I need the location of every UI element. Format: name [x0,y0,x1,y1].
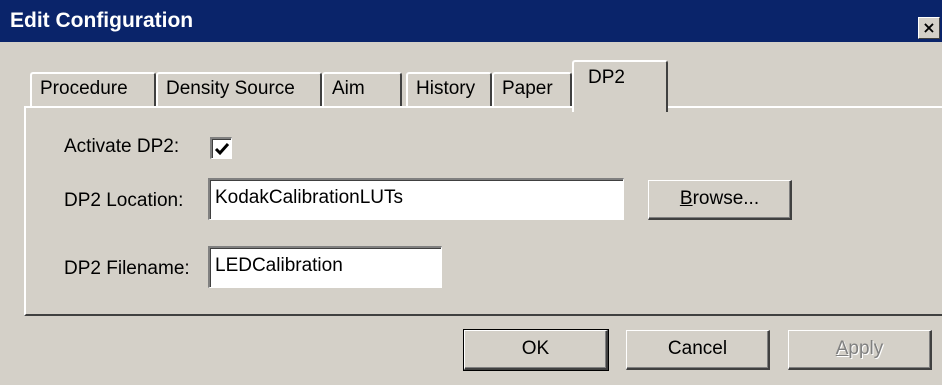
dp2-filename-field[interactable]: LEDCalibration [208,246,442,288]
ok-button[interactable]: OK [463,329,609,371]
tab-density-source[interactable]: Density Source [156,72,322,108]
tab-label: History [416,78,476,99]
tab-history[interactable]: History [406,72,492,108]
ok-label: OK [521,338,550,359]
dp2-filename-label: DP2 Filename: [64,258,190,279]
tab-paper[interactable]: Paper [492,72,572,108]
title-bar: Edit Configuration × [0,0,942,44]
browse-button[interactable]: Browse... [648,180,792,220]
dp2-location-label: DP2 Location: [64,190,184,211]
browse-accel: B [679,188,693,209]
cancel-button[interactable]: Cancel [626,330,770,370]
window-title: Edit Configuration [10,9,194,32]
tab-aim[interactable]: Aim [322,72,402,108]
tab-label: DP2 [588,67,625,88]
activate-dp2-checkbox[interactable] [210,137,232,159]
checkmark-icon [214,143,230,156]
close-icon: × [922,18,936,37]
browse-label: rowse... [692,188,760,209]
apply-button[interactable]: Apply [788,330,932,370]
dp2-panel: Activate DP2: DP2 Location: KodakCalibra… [24,106,942,316]
cancel-label: Cancel [667,338,728,359]
activate-dp2-label: Activate DP2: [64,136,180,157]
tab-dp2[interactable]: DP2 [572,60,668,112]
tab-label: Paper [502,78,553,99]
tab-label: Procedure [40,78,128,99]
apply-label: pply [848,338,884,359]
tab-procedure[interactable]: Procedure [30,72,156,108]
dp2-location-field[interactable]: KodakCalibrationLUTs [208,178,624,220]
tab-label: Density Source [166,78,295,99]
apply-accel: A [835,338,849,359]
tab-label: Aim [332,78,365,99]
close-button[interactable]: × [918,17,940,39]
